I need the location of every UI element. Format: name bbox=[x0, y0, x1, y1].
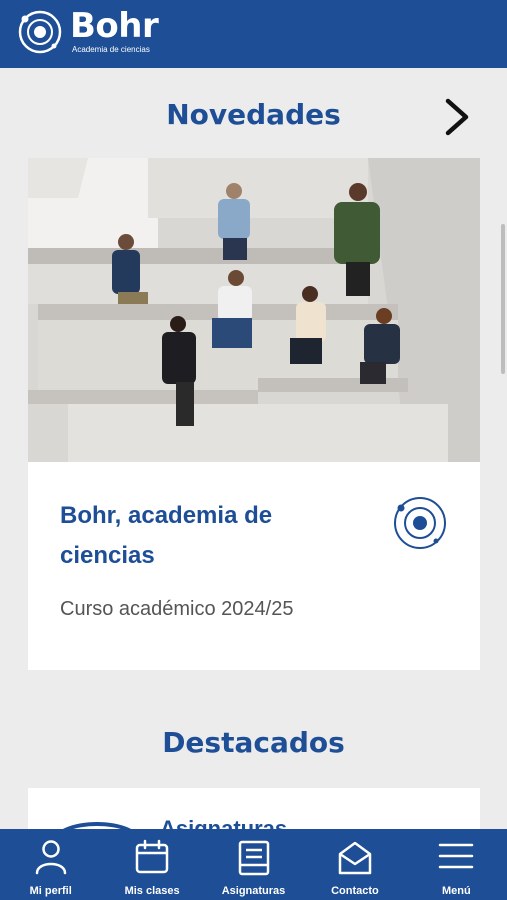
bottom-nav: Mi perfil Mis clases Asignaturas Contact… bbox=[0, 829, 507, 900]
bohr-logo[interactable]: Bohr Academia de ciencias bbox=[16, 6, 159, 56]
card-subtitle: Curso académico 2024/25 bbox=[60, 598, 294, 620]
calendar-icon bbox=[135, 839, 169, 874]
nav-label: Mis clases bbox=[124, 885, 180, 897]
card-title: Bohr, academia de ciencias bbox=[60, 502, 273, 569]
menu-icon bbox=[439, 843, 474, 869]
brand-tagline: Academia de ciencias bbox=[72, 45, 150, 54]
mail-icon bbox=[338, 841, 372, 875]
nav-label: Asignaturas bbox=[221, 885, 286, 897]
user-icon bbox=[35, 840, 66, 875]
chevron-right-icon[interactable] bbox=[440, 97, 472, 137]
team-photo bbox=[28, 158, 480, 462]
nav-contacto[interactable]: Contacto bbox=[304, 829, 405, 900]
app-header: Bohr Academia de ciencias bbox=[0, 0, 507, 68]
nav-menu[interactable]: Menú bbox=[406, 829, 507, 900]
destacados-title: Destacados bbox=[162, 726, 345, 759]
scrollbar[interactable] bbox=[501, 224, 505, 374]
nav-mis-clases[interactable]: Mis clases bbox=[101, 829, 202, 900]
book-icon bbox=[238, 840, 269, 876]
nav-mi-perfil[interactable]: Mi perfil bbox=[0, 829, 101, 900]
news-card[interactable]: Bohr, academia de ciencias Curso académi… bbox=[28, 158, 480, 670]
nav-asignaturas[interactable]: Asignaturas bbox=[203, 829, 304, 900]
nav-label: Mi perfil bbox=[29, 885, 72, 897]
atom-logo-icon bbox=[18, 10, 62, 54]
nav-label: Menú bbox=[441, 885, 471, 897]
novedades-title: Novedades bbox=[166, 98, 341, 131]
atom-icon bbox=[394, 497, 446, 549]
nav-label: Contacto bbox=[331, 885, 379, 897]
brand-name: Bohr bbox=[70, 6, 159, 46]
